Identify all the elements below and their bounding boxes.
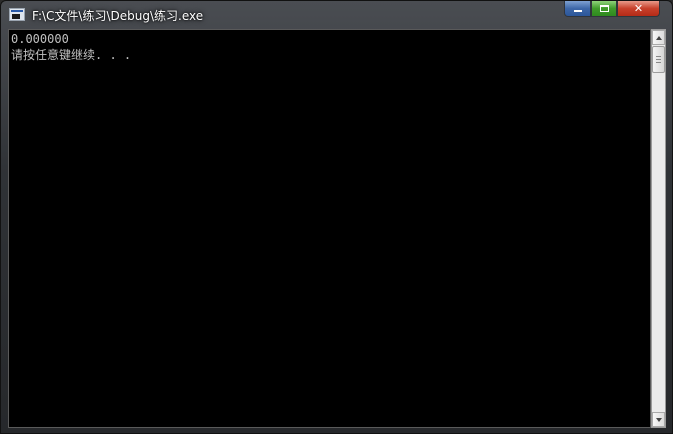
console-output[interactable]: 0.000000 请按任意键继续. . . xyxy=(8,29,651,428)
scroll-up-button[interactable] xyxy=(652,30,665,45)
minimize-button[interactable] xyxy=(564,1,591,17)
grip-line-icon xyxy=(656,62,661,63)
minimize-icon xyxy=(573,10,582,12)
maximize-icon xyxy=(599,5,609,12)
arrow-up-icon xyxy=(655,35,662,40)
arrow-down-icon xyxy=(655,417,662,422)
scroll-thumb[interactable] xyxy=(652,46,665,73)
title-bar[interactable]: F:\C文件\练习\Debug\练习.exe ✕ xyxy=(1,1,672,29)
caption-buttons: ✕ xyxy=(564,1,660,17)
grip-line-icon xyxy=(656,56,661,57)
window-title: F:\C文件\练习\Debug\练习.exe xyxy=(32,9,204,23)
vertical-scrollbar[interactable] xyxy=(651,29,666,428)
console-window: F:\C文件\练习\Debug\练习.exe ✕ 0.000000 请按任意键继… xyxy=(0,0,673,434)
console-text: 0.000000 请按任意键继续. . . xyxy=(9,30,650,63)
grip-line-icon xyxy=(656,59,661,60)
console-app-icon[interactable] xyxy=(9,8,25,21)
close-button[interactable]: ✕ xyxy=(617,1,660,17)
scroll-down-button[interactable] xyxy=(652,412,665,427)
close-icon: ✕ xyxy=(633,2,644,15)
console-line-prompt: 请按任意键继续. . . xyxy=(11,48,132,62)
maximize-button[interactable] xyxy=(591,1,617,17)
console-line-output: 0.000000 xyxy=(11,32,69,46)
